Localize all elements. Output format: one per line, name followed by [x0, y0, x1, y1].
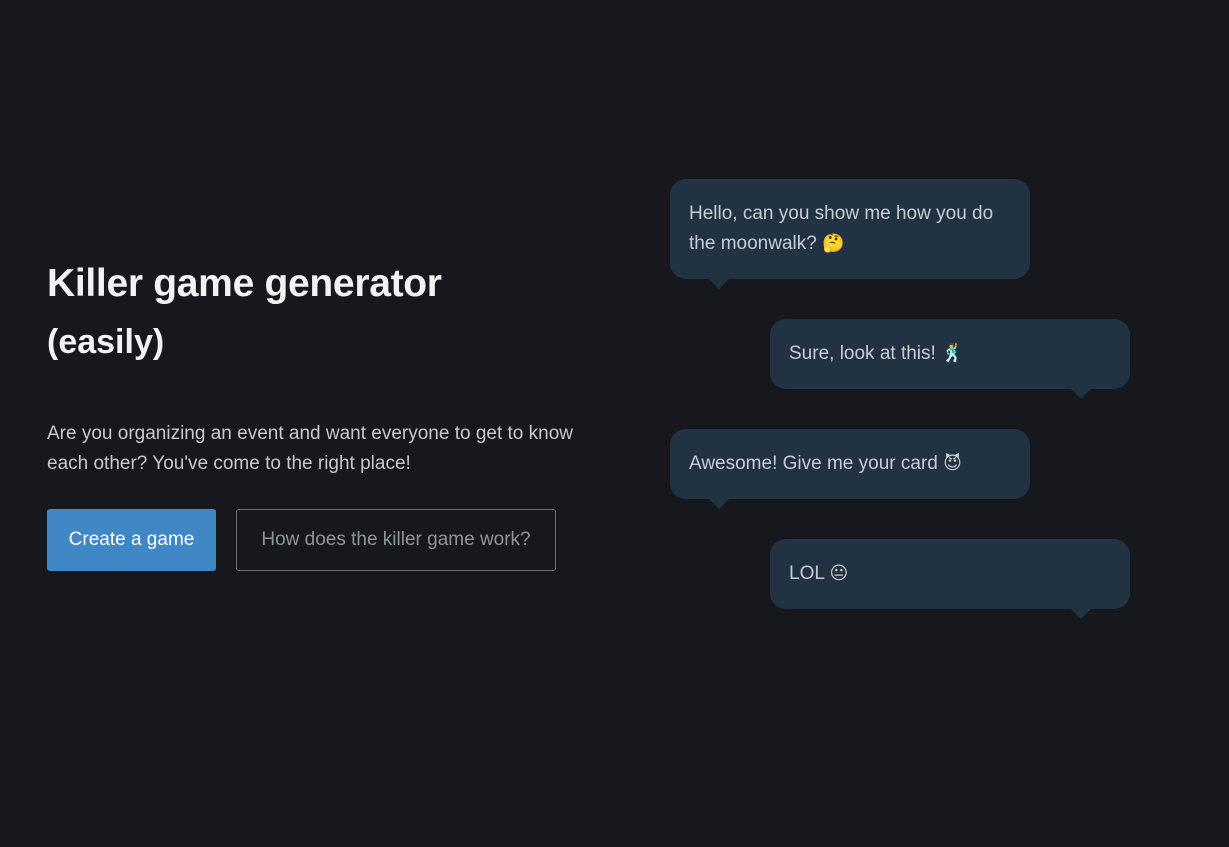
- chat-bubble-text: Awesome! Give me your card: [689, 453, 938, 474]
- chat-bubble: LOL 😐: [770, 539, 1130, 619]
- chat-bubble: Hello, can you show me how you do the mo…: [670, 179, 1030, 289]
- how-it-works-button[interactable]: How does the killer game work?: [236, 509, 556, 571]
- neutral-face-icon: 😐: [829, 563, 849, 584]
- thinking-face-icon: 🤔: [822, 233, 845, 254]
- chat-bubble-text: LOL: [789, 563, 825, 584]
- page-subtitle: (easily): [47, 323, 165, 361]
- chat-bubble: Awesome! Give me your card 😈: [670, 429, 1030, 509]
- hero-actions: Create a game How does the killer game w…: [47, 509, 607, 571]
- page-title: Killer game generator: [47, 262, 442, 305]
- hero-section: Killer game generator (easily) Are you o…: [47, 258, 607, 571]
- chat-bubble-text: Sure, look at this!: [789, 343, 936, 364]
- intro-text: Are you organizing an event and want eve…: [47, 423, 574, 474]
- landing-page: Killer game generator (easily) Are you o…: [0, 0, 1229, 847]
- smiling-devil-icon: 😈: [943, 453, 962, 474]
- chat-bubble: Sure, look at this! 🕺: [770, 319, 1130, 399]
- create-game-button[interactable]: Create a game: [47, 509, 216, 571]
- dancing-man-icon: 🕺: [941, 343, 964, 364]
